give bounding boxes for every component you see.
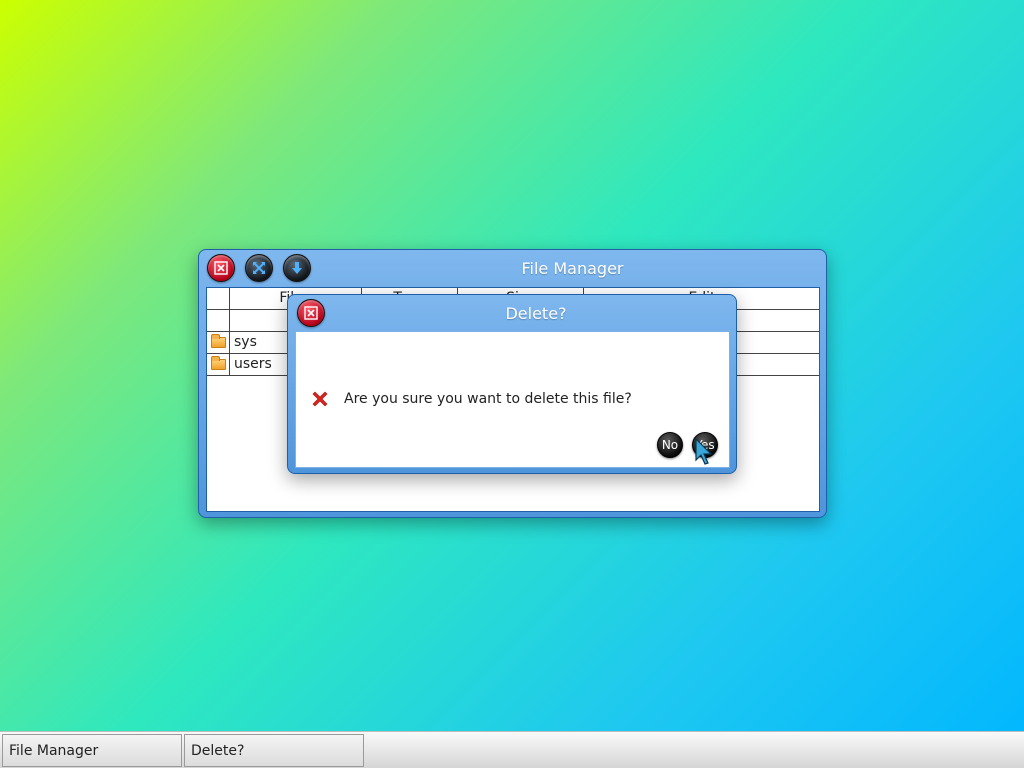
file-manager-titlebar[interactable]: File Manager xyxy=(199,250,826,286)
row-icon-cell xyxy=(207,310,230,332)
column-header[interactable] xyxy=(207,288,230,310)
folder-icon xyxy=(211,356,226,370)
mouse-cursor-icon xyxy=(695,438,713,465)
dialog-title: Delete? xyxy=(505,304,567,323)
row-icon-cell xyxy=(207,332,230,354)
dialog-body: Are you sure you want to delete this fil… xyxy=(295,331,730,468)
taskbar-item-file-manager[interactable]: File Manager xyxy=(2,734,182,767)
window-title: File Manager xyxy=(521,259,624,278)
taskbar: File Manager Delete? xyxy=(0,731,1024,768)
row-icon-cell xyxy=(207,354,230,376)
dialog-message: Are you sure you want to delete this fil… xyxy=(344,391,632,407)
taskbar-item-delete-dialog[interactable]: Delete? xyxy=(184,734,364,767)
no-button[interactable]: No xyxy=(657,432,683,458)
folder-icon xyxy=(211,334,226,348)
error-x-icon xyxy=(312,391,328,407)
delete-dialog: Delete? Are you sure you want to delete … xyxy=(287,294,737,474)
dialog-titlebar[interactable]: Delete? xyxy=(288,295,736,331)
